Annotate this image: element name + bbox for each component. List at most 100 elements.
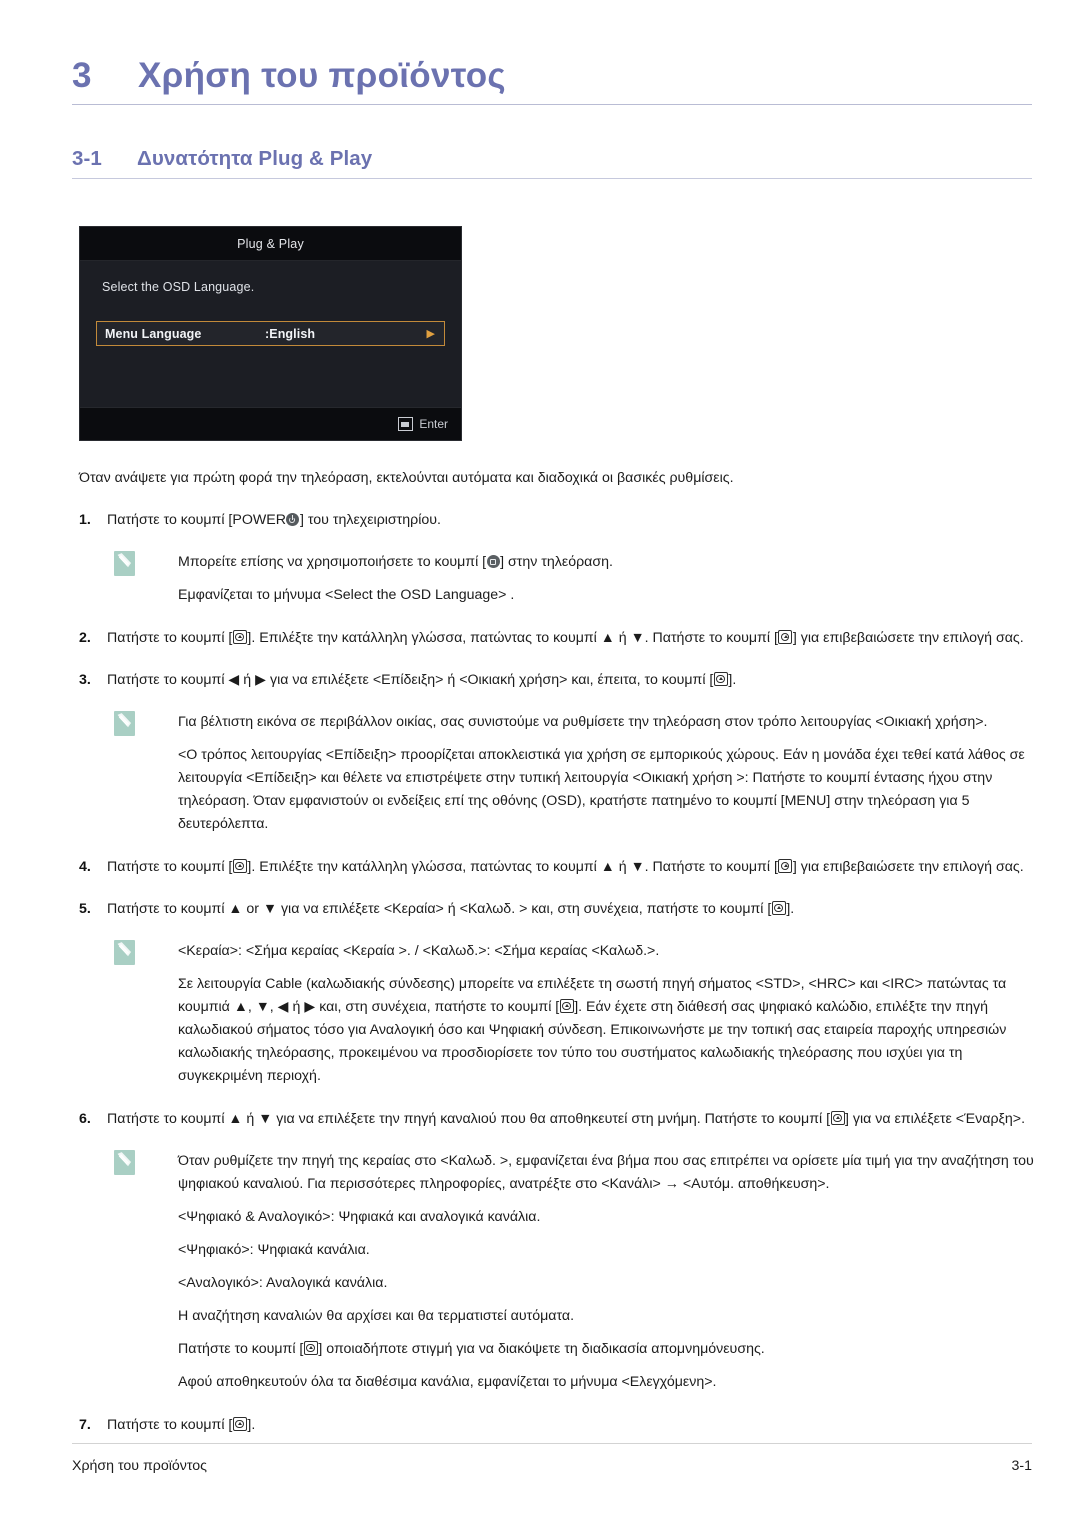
step-7-text-b: ]. <box>247 1417 256 1434</box>
note-1-line-1b: ] στην τηλεόραση. <box>500 554 613 571</box>
enter-button-icon <box>771 901 786 916</box>
section-divider <box>72 178 1032 180</box>
step-4: 4. Πατήστε το κουμπί [ ]. Επιλέξτε την κα… <box>79 856 1034 878</box>
note-pencil-icon <box>114 711 135 737</box>
note-4: Όταν ρυθμίζετε την πηγή της κεραίας στο … <box>114 1150 1034 1394</box>
note-4-body: Όταν ρυθμίζετε την πηγή της κεραίας στο … <box>178 1150 1034 1394</box>
step-4-text-b: ]. Επιλέξτε την κατάλληλη γλώσσα, πατώντ… <box>247 859 778 876</box>
note-2-line-2: <Ο τρόπος λειτουργίας <Επίδειξη> προορίζ… <box>178 747 1025 833</box>
note-1-line-2: Εμφανίζεται το μήνυμα <Select the OSD La… <box>178 587 515 604</box>
note-icon-wrap <box>114 551 140 607</box>
note-3: <Κεραία>: <Σήμα κεραίας <Κεραία >. / <Κα… <box>114 940 1034 1088</box>
section-title: Δυνατότητα Plug & Play <box>137 147 373 171</box>
intro-paragraph: Όταν ανάψετε για πρώτη φορά την τηλεόρασ… <box>79 470 734 487</box>
note-1-line-1a: Μπορείτε επίσης να χρησιμοποιήσετε το κο… <box>178 554 487 571</box>
page-footer: Χρήση του προϊόντος 3-1 <box>72 1458 1032 1474</box>
enter-button-icon <box>830 1111 845 1126</box>
note-2-body: Για βέλτιστη εικόνα σε περιβάλλον οικίας… <box>178 711 1034 836</box>
step-6-text-a: Πατήστε το κουμπί ▲ ή ▼ για να επιλέξετε… <box>107 1111 831 1128</box>
note-1: Μπορείτε επίσης να χρησιμοποιήσετε το κο… <box>114 551 1034 607</box>
osd-title: Plug & Play <box>237 236 304 251</box>
step-6: 6. Πατήστε το κουμπί ▲ ή ▼ για να επιλέξ… <box>79 1108 1034 1130</box>
chapter-heading: 3 Χρήση του προϊόντος <box>72 56 1040 102</box>
osd-footer: Enter <box>80 407 461 441</box>
tv-button-icon <box>486 555 500 569</box>
note-4-line-6a: Πατήστε το κουμπί [ <box>178 1341 304 1358</box>
enter-button-icon <box>232 1417 247 1432</box>
step-7-text: Πατήστε το κουμπί []. <box>107 1414 1034 1436</box>
chapter-title: Χρήση του προϊόντος <box>138 56 506 95</box>
note-icon-wrap <box>114 711 140 836</box>
step-3-text-b: ]. <box>728 672 737 689</box>
note-2: Για βέλτιστη εικόνα σε περιβάλλον οικίας… <box>114 711 1034 836</box>
osd-prompt: Select the OSD Language. <box>102 280 255 295</box>
step-3-number: 3. <box>79 672 91 689</box>
note-icon-wrap <box>114 940 140 1088</box>
power-button-icon <box>286 513 300 527</box>
step-4-text-a: Πατήστε το κουμπί [ <box>107 859 233 876</box>
step-5: 5. Πατήστε το κουμπί ▲ or ▼ για να επιλέ… <box>79 898 1034 920</box>
step-1: 1. Πατήστε το κουμπί [POWER] του τηλεχει… <box>79 509 1034 531</box>
note-3-line-2: Σε λειτουργία Cable (καλωδιακής σύνδεσης… <box>178 973 1034 1088</box>
osd-enter-label: Enter <box>419 417 448 432</box>
osd-figure: Plug & Play Select the OSD Language. Men… <box>79 226 462 442</box>
note-1-body: Μπορείτε επίσης να χρησιμοποιήσετε το κο… <box>178 551 1034 607</box>
note-3-body: <Κεραία>: <Σήμα κεραίας <Κεραία >. / <Κα… <box>178 940 1034 1088</box>
enter-button-icon <box>713 672 728 687</box>
footer-left-text: Χρήση του προϊόντος <box>72 1458 208 1474</box>
step-2-text-b: ]. Επιλέξτε την κατάλληλη γλώσσα, πατώντ… <box>247 630 778 647</box>
chevron-right-icon[interactable]: ▶ <box>427 327 444 340</box>
step-2-text-c: ] για επιβεβαιώσετε την επιλογή σας. <box>792 630 1024 647</box>
note-1-line-1: Μπορείτε επίσης να χρησιμοποιήσετε το κο… <box>178 551 1034 574</box>
step-7-number: 7. <box>79 1417 91 1434</box>
note-4-line-7: Αφού αποθηκευτούν όλα τα διαθέσιμα κανάλ… <box>178 1374 717 1391</box>
section-number: 3-1 <box>72 147 102 171</box>
step-4-text: Πατήστε το κουμπί [ ]. Επιλέξτε την κατάλ… <box>107 856 1034 878</box>
note-4-line-1: Όταν ρυθμίζετε την πηγή της κεραίας στο … <box>178 1153 1034 1193</box>
step-6-text-b: ] για να επιλέξετε <Έναρξη>. <box>845 1111 1026 1128</box>
step-2-text: Πατήστε το κουμπί [ ]. Επιλέξτε την κατάλ… <box>107 627 1034 649</box>
note-4-line-2: <Ψηφιακό & Αναλογικό>: Ψηφιακά και αναλο… <box>178 1209 541 1226</box>
step-1-number: 1. <box>79 512 91 529</box>
note-4-line-6b: ] οποιαδήποτε στιγμή για να διακόψετε τη… <box>318 1341 765 1358</box>
step-5-text-b: ]. <box>786 901 795 918</box>
note-pencil-icon <box>114 1150 135 1176</box>
step-4-number: 4. <box>79 859 91 876</box>
step-5-text-a: Πατήστε το κουμπί ▲ or ▼ για να επιλέξετ… <box>107 901 772 918</box>
step-7-text-a: Πατήστε το κουμπί [ <box>107 1417 233 1434</box>
step-2-number: 2. <box>79 630 91 647</box>
note-4-line-4: <Αναλογικό>: Αναλογικά κανάλια. <box>178 1275 388 1292</box>
enter-button-icon <box>778 859 793 874</box>
osd-menu-language-row[interactable]: Menu Language :English ▶ <box>96 321 445 347</box>
step-4-text-c: ] για επιβεβαιώσετε την επιλογή σας. <box>792 859 1024 876</box>
enter-button-icon <box>232 859 247 874</box>
note-3-line-1: <Κεραία>: <Σήμα κεραίας <Κεραία >. / <Κα… <box>178 943 660 960</box>
note-pencil-icon <box>114 551 135 577</box>
step-3: 3. Πατήστε το κουμπί ◀ ή ▶ για να επιλέξ… <box>79 669 1034 691</box>
footer-page-number: 3-1 <box>1011 1458 1032 1474</box>
step-2-text-a: Πατήστε το κουμπί [ <box>107 630 233 647</box>
enter-button-icon <box>559 999 574 1014</box>
osd-titlebar: Plug & Play <box>80 227 461 262</box>
step-2: 2. Πατήστε το κουμπί [ ]. Επιλέξτε την κα… <box>79 627 1034 649</box>
step-1-text: Πατήστε το κουμπί [POWER] του τηλεχειρισ… <box>107 509 1034 531</box>
section-heading: 3-1 Δυνατότητα Plug & Play <box>72 147 1040 178</box>
step-3-text-a: Πατήστε το κουμπί ◀ ή ▶ για να επιλέξετε… <box>107 672 714 689</box>
enter-button-icon <box>778 630 793 645</box>
osd-row-value: :English <box>265 326 316 341</box>
osd-body: Select the OSD Language. Menu Language :… <box>80 261 461 408</box>
osd-screen: Plug & Play Select the OSD Language. Men… <box>79 226 462 442</box>
step-7: 7. Πατήστε το κουμπί []. <box>79 1414 1034 1436</box>
enter-button-icon <box>303 1341 318 1356</box>
note-icon-wrap <box>114 1150 140 1394</box>
note-4-line-5: Η αναζήτηση καναλιών θα αρχίσει και θα τ… <box>178 1308 575 1325</box>
enter-key-icon <box>398 417 414 432</box>
step-6-number: 6. <box>79 1111 91 1128</box>
step-6-text: Πατήστε το κουμπί ▲ ή ▼ για να επιλέξετε… <box>107 1108 1034 1130</box>
step-3-text: Πατήστε το κουμπί ◀ ή ▶ για να επιλέξετε… <box>107 669 1034 691</box>
chapter-number: 3 <box>72 56 92 95</box>
step-5-number: 5. <box>79 901 91 918</box>
document-page: 3 Χρήση του προϊόντος 3-1 Δυνατότητα Plu… <box>0 0 1080 1527</box>
step-1-text-b: ] του τηλεχειριστηρίου. <box>299 512 441 529</box>
osd-row-label: Menu Language <box>105 326 202 341</box>
